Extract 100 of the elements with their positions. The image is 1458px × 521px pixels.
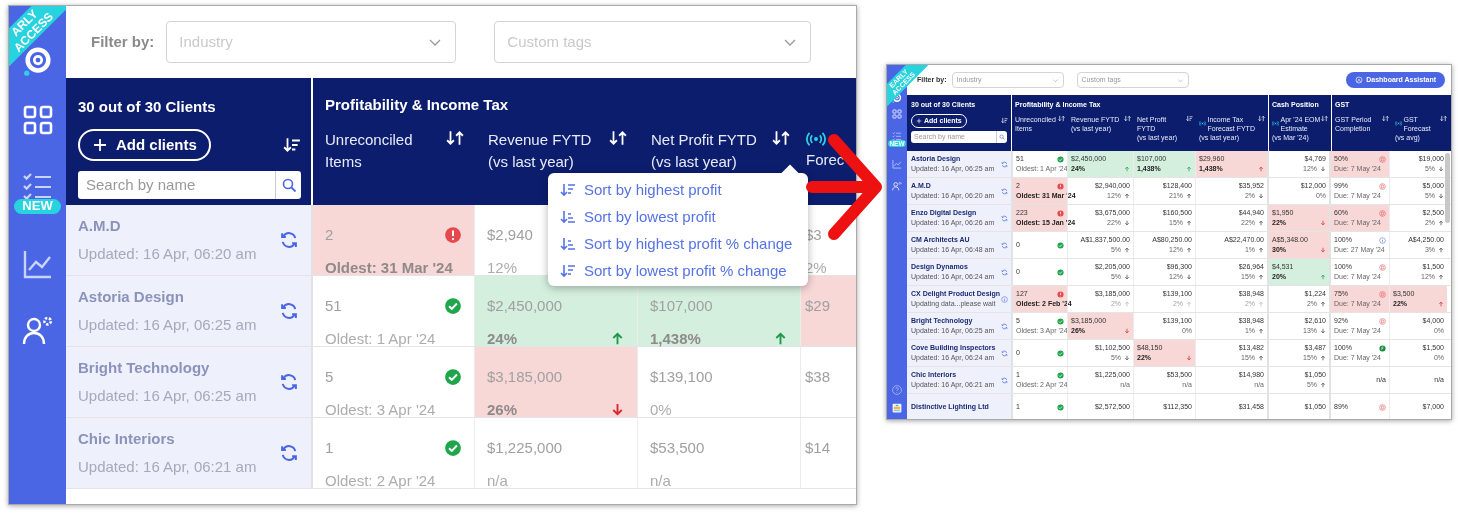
refresh-icon[interactable] [1001,322,1008,330]
client-name: A.M.D [78,215,122,236]
help-icon[interactable] [892,385,902,395]
refresh-icon[interactable] [1001,214,1008,222]
cell-note: 26% [487,399,518,420]
search-icon[interactable] [999,134,1005,140]
refresh-icon[interactable] [1001,160,1008,168]
ring-icon [1379,403,1386,411]
column-label: Forec [806,149,845,170]
cell-note: n/a [650,470,671,491]
user-gear-icon[interactable] [892,181,902,192]
cell-value: $38 [805,367,831,387]
check-icon [1057,317,1064,325]
ring-icon [1379,209,1386,217]
refresh-icon[interactable] [279,230,299,250]
client-cell[interactable]: Astoria Design Updated: 16 Apr, 06:25 am [66,276,311,346]
chevron-down-icon [1176,76,1184,84]
chevron-down-icon [1051,76,1059,84]
column-label: Revenue FYTD [488,129,592,150]
cell-value: $1,225,000 [487,438,563,458]
cell-value: 51 [325,296,342,316]
grid-icon[interactable] [892,109,902,119]
cell-note: n/a [487,470,508,491]
refresh-icon[interactable] [1001,376,1008,384]
menu-item[interactable]: Sort by highest profit % change [560,235,793,253]
grid-icon[interactable] [21,104,54,136]
client-cell[interactable]: Chic Interiors Updated: 16 Apr, 06:21 am [66,418,311,488]
client-cell[interactable]: Bright Technology Updated: 16 Apr, 06:25 am [66,347,311,417]
client-name: Astoria Design [78,286,185,307]
update-status: Updated: 16 Apr, 06:25 am [78,315,257,335]
ring-icon [1379,263,1386,271]
refresh-icon[interactable] [279,372,299,392]
assistant-icon [1355,76,1364,84]
check-icon [1057,403,1064,411]
cell-note: 0% [650,399,672,420]
alert-icon [444,226,462,245]
cell-note: Oldest: 3 Apr '24 [325,399,436,420]
cell-value: $2,940 [487,225,533,245]
cell-note: Oldest: 1 Apr '24 [325,328,436,349]
ring-icon [1379,182,1386,190]
plus-icon [92,136,108,153]
refresh-icon[interactable] [279,301,299,321]
cell-value: $53,500 [650,438,705,458]
sort-icon[interactable] [772,128,790,147]
sort-icon[interactable] [609,128,627,147]
cell-value: 2 [325,225,334,245]
search-field[interactable]: Search by name [78,171,301,199]
ring-icon [1379,290,1386,298]
clients-count: 30 out of 30 Clients [78,97,217,117]
line-chart-icon[interactable] [892,159,902,170]
refresh-icon[interactable] [1001,349,1008,357]
cell-value: $29 [805,296,831,316]
refresh-icon[interactable] [1001,268,1008,276]
refresh-icon[interactable] [1001,241,1008,249]
cell-value: 1 [325,438,334,458]
sort-icon[interactable] [1382,114,1389,122]
new-badge: NEW [14,199,61,214]
sort-icon[interactable] [446,128,464,147]
checklist-icon[interactable] [892,131,902,141]
sort-icon[interactable] [1258,114,1265,122]
sort-icon[interactable] [1124,114,1131,122]
app-thumbnail-icon[interactable] [892,403,902,413]
sort-icon[interactable] [283,135,301,154]
filter-label: Filter by: [91,31,155,52]
sort-icon [560,236,576,252]
check-icon [1057,268,1064,276]
sort-icon [560,182,576,198]
alert-icon [1057,209,1064,217]
client-cell[interactable]: A.M.D Updated: 16 Apr, 06:20 am [66,205,311,275]
column-label: Net Profit FYTD [651,129,757,150]
sort-icon [560,263,576,279]
sort-icon[interactable] [1186,114,1193,122]
client-name: Chic Interiors [78,428,176,449]
refresh-icon[interactable] [1001,187,1008,195]
menu-item[interactable]: Sort by lowest profit % change [560,262,793,280]
sort-icon[interactable] [1058,114,1065,122]
sort-icon [560,209,576,225]
check-icon [444,368,462,387]
alert-icon [1057,290,1064,298]
sort-icon[interactable] [1440,114,1447,122]
sort-icon[interactable] [1321,114,1328,122]
refresh-icon[interactable] [279,443,299,463]
menu-item[interactable]: Sort by highest profit [560,181,793,199]
cell-note: Oldest: 2 Apr '24 [325,470,436,491]
check-icon [1057,371,1064,379]
cell-value: 5 [325,367,334,387]
ring-icon [1379,317,1386,325]
menu-item[interactable]: Sort by lowest profit [560,208,793,226]
check-icon [444,439,462,458]
update-status: Updated: 16 Apr, 06:20 am [78,244,257,264]
search-icon[interactable] [280,177,297,193]
cell-note: 12% [487,257,518,278]
add-clients-button[interactable]: Add clients [78,128,211,161]
info-icon [1379,236,1386,244]
cell-note: 1,438% [650,328,701,349]
update-status: Updated: 16 Apr, 06:25 am [78,386,257,406]
alert-icon [1057,182,1064,190]
scrollbar[interactable] [1445,153,1450,223]
sort-icon[interactable] [1001,117,1008,125]
cell-note: Oldest: 31 Mar '24 [325,257,453,278]
